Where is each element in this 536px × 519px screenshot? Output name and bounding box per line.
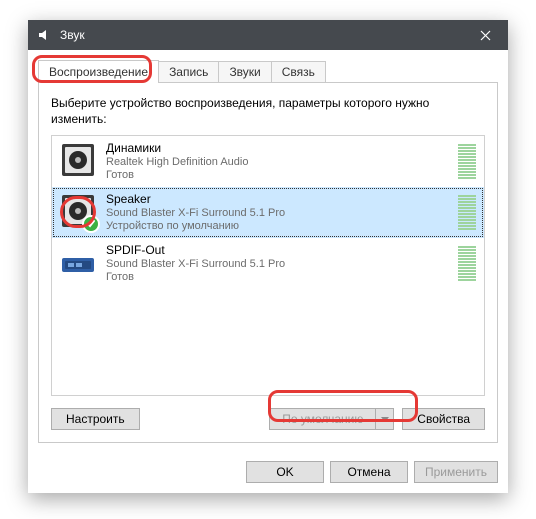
device-status: Устройство по умолчанию — [106, 220, 452, 234]
device-item[interactable]: SPDIF-Out Sound Blaster X-Fi Surround 5.… — [52, 238, 484, 289]
dialog-footer: OK Отмена Применить — [28, 453, 508, 493]
level-meter — [458, 246, 476, 281]
sound-icon — [36, 27, 52, 43]
level-meter — [458, 144, 476, 179]
ok-button[interactable]: OK — [246, 461, 324, 483]
tab-sounds[interactable]: Звуки — [218, 61, 271, 82]
device-item[interactable]: Динамики Realtek High Definition Audio Г… — [52, 136, 484, 187]
device-desc: Realtek High Definition Audio — [106, 156, 452, 170]
device-status: Готов — [106, 169, 452, 183]
tab-playback[interactable]: Воспроизведение — [38, 60, 159, 83]
set-default-label: По умолчанию — [270, 409, 375, 429]
properties-button[interactable]: Свойства — [402, 408, 485, 430]
default-check-icon — [82, 215, 100, 233]
tab-panel-playback: Выберите устройство воспроизведения, пар… — [38, 82, 498, 443]
device-desc: Sound Blaster X-Fi Surround 5.1 Pro — [106, 258, 452, 272]
configure-button[interactable]: Настроить — [51, 408, 140, 430]
tab-communications[interactable]: Связь — [271, 61, 326, 82]
panel-instruction: Выберите устройство воспроизведения, пар… — [51, 95, 485, 127]
device-status: Готов — [106, 271, 452, 285]
tab-recording[interactable]: Запись — [158, 61, 219, 82]
device-name: Динамики — [106, 141, 452, 156]
device-item[interactable]: Speaker Sound Blaster X-Fi Surround 5.1 … — [52, 187, 484, 238]
level-meter — [458, 195, 476, 230]
device-name: SPDIF-Out — [106, 243, 452, 258]
device-list[interactable]: Динамики Realtek High Definition Audio Г… — [51, 135, 485, 396]
device-icon — [60, 193, 96, 229]
window-title: Звук — [60, 28, 85, 42]
device-name: Speaker — [106, 192, 452, 207]
device-icon — [60, 244, 96, 280]
cancel-button[interactable]: Отмена — [330, 461, 408, 483]
tabstrip: Воспроизведение Запись Звуки Связь — [38, 58, 498, 82]
titlebar[interactable]: Звук — [28, 20, 508, 50]
device-desc: Sound Blaster X-Fi Surround 5.1 Pro — [106, 207, 452, 221]
device-icon — [60, 142, 96, 178]
chevron-down-icon[interactable] — [375, 409, 393, 429]
set-default-button[interactable]: По умолчанию — [269, 408, 394, 430]
close-button[interactable] — [463, 20, 508, 50]
apply-button[interactable]: Применить — [414, 461, 498, 483]
sound-dialog: Звук Воспроизведение Запись Звуки Связь … — [28, 20, 508, 493]
